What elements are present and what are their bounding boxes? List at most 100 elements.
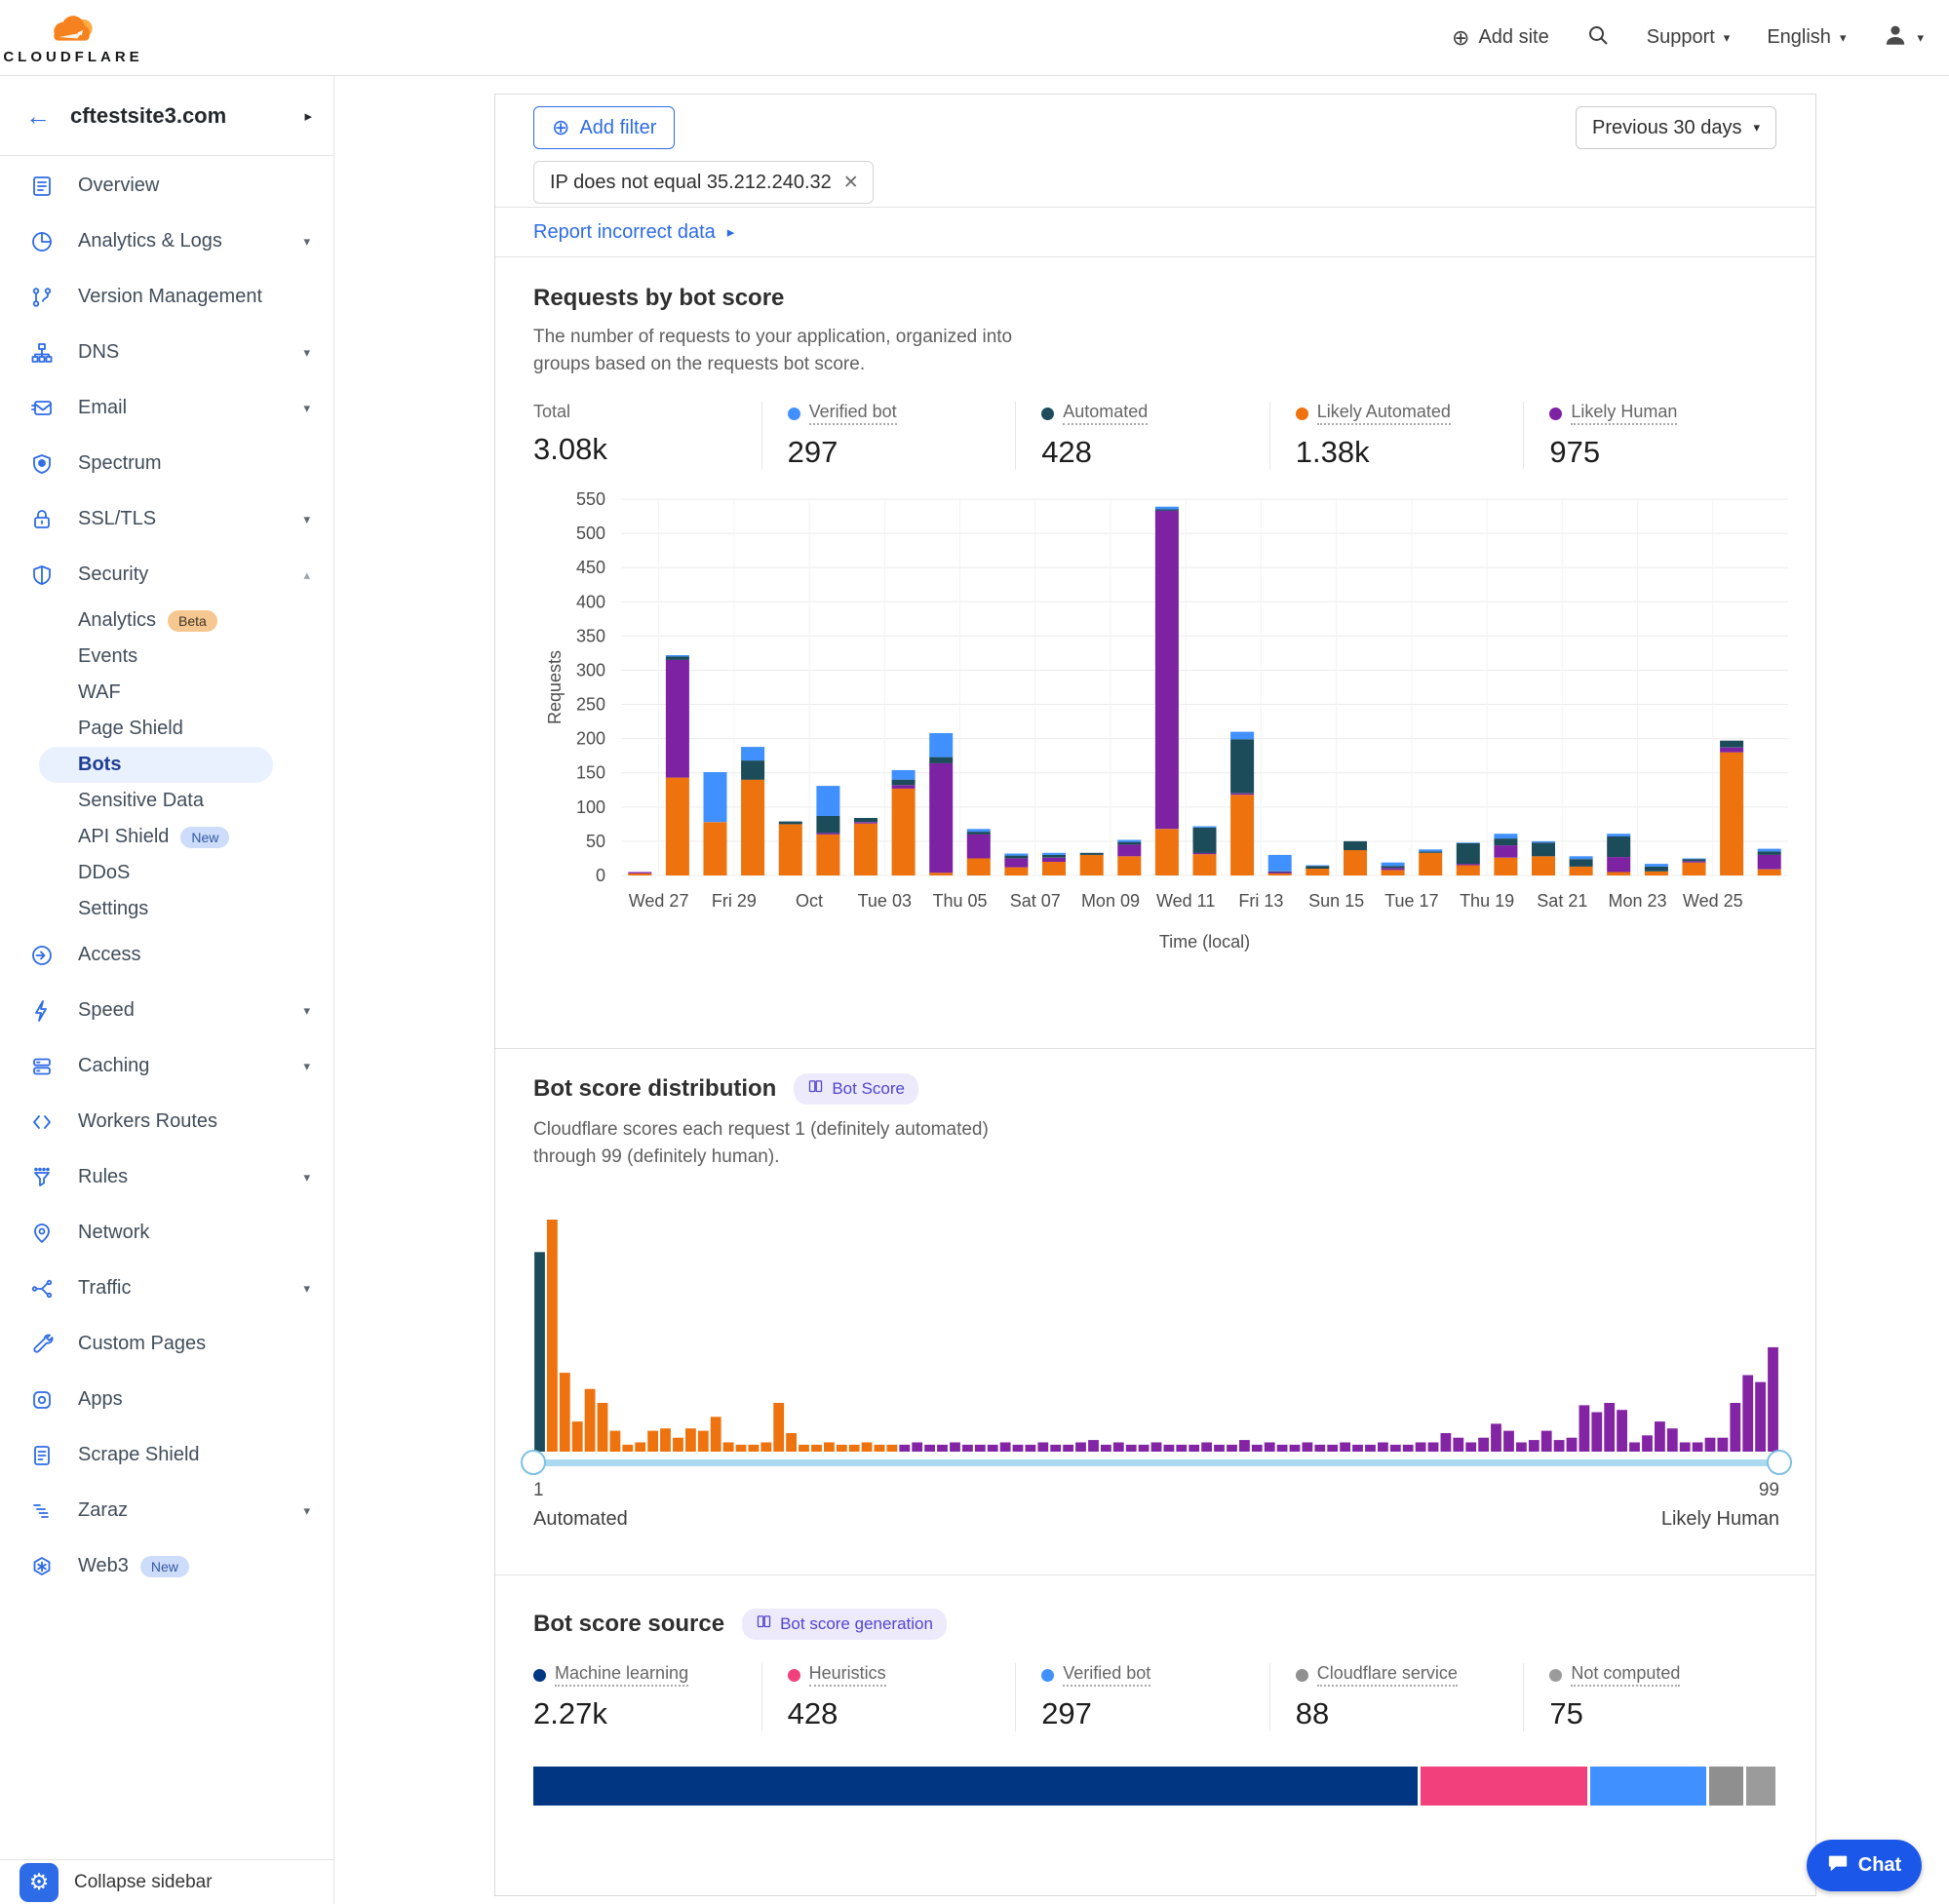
requests-stacked-bar-chart: 050100150200250300350400450500550Wed 27F… [535,486,1803,985]
search-icon [1586,23,1610,53]
sidebar-item-rules[interactable]: Rules▾ [0,1149,333,1205]
sidebar-item-network[interactable]: Network [0,1205,333,1261]
bot-score-generation-badge[interactable]: Bot score generation [742,1609,947,1640]
bot-score-badge[interactable]: Bot Score [794,1073,918,1105]
sidebar-item-analytics[interactable]: AnalyticsBeta [0,602,333,639]
site-selector[interactable]: ← cftestsite3.com ▸ [0,76,333,156]
sidebar-item-ddos[interactable]: DDoS [0,855,333,891]
sidebar-item-api-shield[interactable]: API ShieldNew [0,819,333,855]
stat-label[interactable]: Automated [1063,402,1148,425]
sidebar-item-custom-pages[interactable]: Custom Pages [0,1316,333,1372]
date-range-dropdown[interactable]: Previous 30 days ▾ [1576,106,1776,149]
legend-dot-icon [1549,408,1562,420]
svg-text:500: 500 [576,524,605,543]
slider-min-caption: Automated [533,1508,628,1531]
sidebar-item-scrape-shield[interactable]: Scrape Shield [0,1427,333,1483]
sidebar-item-waf[interactable]: WAF [0,675,333,711]
sidebar-item-ssl-tls[interactable]: SSL/TLS▾ [0,491,333,547]
dns-icon [29,340,55,366]
ssl-icon [29,507,55,532]
sidebar-item-label: Settings [78,898,148,920]
support-menu[interactable]: Support ▾ [1647,26,1731,49]
book-icon [807,1078,824,1100]
sidebar-item-workers-routes[interactable]: Workers Routes [0,1094,333,1149]
sidebar-item-label: Analytics [78,609,156,632]
sidebar-item-traffic[interactable]: Traffic▾ [0,1261,333,1316]
sidebar-item-analytics-logs[interactable]: Analytics & Logs▾ [0,214,333,269]
stat-label[interactable]: Not computed [1571,1663,1680,1687]
chevron-right-icon: ▸ [304,107,312,125]
back-arrow-icon[interactable]: ← [25,103,51,129]
scrape-shield-icon [29,1443,55,1468]
sidebar-item-label: SSL/TLS [78,508,303,530]
sidebar-nav: OverviewAnalytics & Logs▾ Version Managem… [0,156,333,1594]
svg-text:Tue 17: Tue 17 [1384,891,1438,911]
sidebar-item-label: Caching [78,1055,303,1077]
sidebar-item-events[interactable]: Events [0,639,333,675]
sidebar-item-label: Custom Pages [78,1333,310,1355]
sidebar-item-access[interactable]: Access [0,927,333,983]
stat-label[interactable]: Heuristics [809,1663,886,1687]
svg-text:350: 350 [576,626,605,645]
chat-button[interactable]: Chat [1807,1840,1922,1891]
filter-bar: ⊕ Add filter IP does not equal 35.212.24… [495,95,1815,208]
sidebar-item-caching[interactable]: Caching▾ [0,1038,333,1094]
page: CLOUDFLARE ⊕ Add site Support ▾ English [0,0,1949,1904]
stat-label[interactable]: Likely Automated [1317,402,1451,425]
gear-button[interactable]: ⚙ [19,1863,58,1902]
sidebar-item-spectrum[interactable]: Spectrum [0,436,333,491]
slider-handle-max[interactable] [1767,1450,1792,1475]
svg-text:Requests: Requests [545,650,565,724]
sidebar-item-dns[interactable]: DNS▾ [0,325,333,380]
sidebar-item-label: Apps [78,1388,310,1411]
sidebar-item-email[interactable]: Email▾ [0,380,333,436]
source-stat-heuristics: Heuristics428 [761,1663,1016,1731]
cloudflare-cloud-icon [42,11,104,48]
version-icon [29,285,55,310]
sidebar-item-label: Network [78,1222,310,1244]
requests-stats-row: Total3.08kVerified bot297Automated428Lik… [533,402,1777,470]
close-icon[interactable]: ✕ [843,172,859,194]
stat-label[interactable]: Verified bot [1063,1663,1150,1687]
sidebar-item-web3[interactable]: Web3New [0,1538,333,1594]
chevron-down-icon: ▾ [303,1170,310,1185]
brand-wordmark: CLOUDFLARE [3,49,142,65]
source-stats-row: Machine learning2.27kHeuristics428Verifi… [533,1663,1777,1731]
account-menu[interactable]: ▾ [1883,22,1924,54]
svg-text:Tue 03: Tue 03 [858,891,912,911]
sidebar-item-page-shield[interactable]: Page Shield [0,711,333,747]
score-range-slider [533,1452,1779,1477]
sidebar-item-apps[interactable]: Apps [0,1372,333,1427]
svg-text:400: 400 [576,592,605,611]
sidebar-item-sensitive-data[interactable]: Sensitive Data [0,783,333,819]
slider-track[interactable] [533,1459,1779,1466]
custom-pages-icon [29,1332,55,1357]
report-incorrect-data-link[interactable]: Report incorrect data ▸ [533,221,734,244]
sidebar-item-bots[interactable]: Bots [39,747,273,783]
cloudflare-logo[interactable]: CLOUDFLARE [16,11,131,65]
requests-by-bot-score-card: Requests by bot score The number of requ… [495,257,1815,1049]
collapse-sidebar[interactable]: ⚙ Collapse sidebar [0,1859,333,1904]
slider-handle-min[interactable] [521,1450,546,1475]
sidebar-item-settings[interactable]: Settings [0,891,333,927]
sidebar-item-zaraz[interactable]: Zaraz▾ [0,1483,333,1538]
sidebar-item-label: Email [78,397,303,419]
add-filter-button[interactable]: ⊕ Add filter [533,106,675,149]
search-button[interactable] [1586,23,1610,53]
sidebar-item-version-management[interactable]: Version Management [0,269,333,325]
sidebar-item-label: Security [78,563,303,586]
bot-score-source-card: Bot score source Bot score generation Ma… [495,1575,1815,1895]
stat-label[interactable]: Machine learning [555,1663,688,1687]
sidebar-item-overview[interactable]: Overview [0,158,333,214]
language-menu[interactable]: English ▾ [1767,26,1846,49]
stat-label[interactable]: Verified bot [809,402,897,425]
add-site-button[interactable]: ⊕ Add site [1452,26,1549,49]
sidebar-item-label: Scrape Shield [78,1444,310,1466]
stat-label[interactable]: Cloudflare service [1317,1663,1458,1687]
filter-chip[interactable]: IP does not equal 35.212.240.32 ✕ [533,161,874,204]
chevron-down-icon: ▾ [303,1059,310,1074]
stat-label[interactable]: Likely Human [1571,402,1677,425]
sidebar-item-speed[interactable]: Speed▾ [0,983,333,1038]
sidebar-item-security[interactable]: Security▴ [0,547,333,602]
sidebar-item-label: Version Management [78,286,310,308]
